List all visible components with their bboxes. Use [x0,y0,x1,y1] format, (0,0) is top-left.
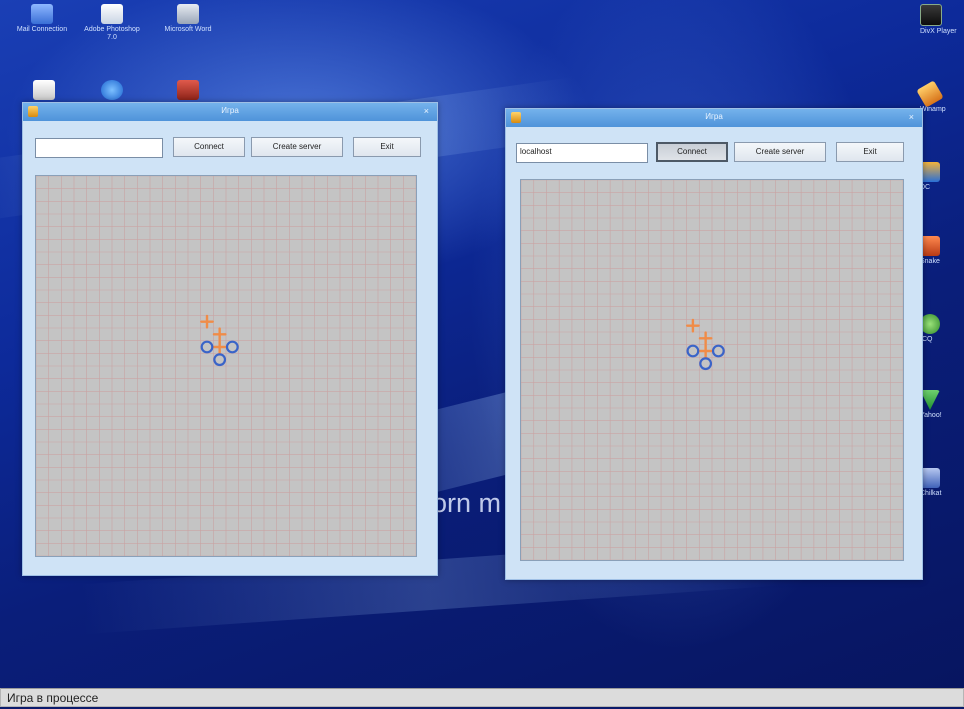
game-icon [920,236,940,256]
desktop-icon-photoshop[interactable]: Adobe Photoshop 7.0 [82,4,142,42]
window-titlebar[interactable]: Игра × [23,103,437,121]
create-server-button[interactable]: Create server [734,142,826,162]
desktop: Mail Connection Adobe Photoshop 7.0 Micr… [0,0,964,688]
yahoo-icon [920,390,940,410]
desktop-icon-label: Adobe Photoshop 7.0 [84,26,140,41]
desktop-icon-msn[interactable] [14,80,74,102]
create-server-button[interactable]: Create server [251,137,343,157]
winrar-icon [177,80,199,100]
desktop-icon-label: Mail Connection [16,26,68,33]
close-icon[interactable]: × [909,112,914,122]
icq-icon [920,314,940,334]
desktop-icon-word[interactable]: Microsoft Word [158,4,218,34]
wallpaper-text: orn m [432,488,502,518]
desktop-icon-snake[interactable]: Snake [920,236,960,265]
game-board[interactable] [35,175,417,557]
desktop-icon-mail-connection[interactable]: Mail Connection [12,4,72,34]
desktop-icon-winrar[interactable] [158,80,218,102]
connect-button[interactable]: Connect [173,137,245,157]
desktop-icon-label: Microsoft Word [164,26,212,33]
divx-player-icon [920,4,942,26]
exit-button[interactable]: Exit [836,142,904,162]
desktop-icon-label: DivX Player [920,28,957,35]
window-title: Игра [705,112,723,121]
desktop-icon-label: Yahoo! [920,412,942,419]
desktop-icon-winamp[interactable]: Winamp [916,80,960,113]
internet-explorer-icon [101,80,123,100]
figure-caption: Игра в процессе [0,688,964,707]
network-connections-icon [31,4,53,24]
board-grid[interactable] [36,176,416,556]
close-icon[interactable]: × [424,106,429,116]
winamp-icon [916,80,944,108]
desktop-icon-ie[interactable] [82,80,142,102]
desktop-icon-label: Winamp [920,106,946,113]
game-board[interactable] [520,179,904,561]
desktop-icon-label: Chilkat [920,490,942,497]
window-titlebar[interactable]: Игра × [506,109,922,127]
game-window-right: Игра × localhost Connect Create server E… [505,108,923,580]
game-window-left: Игра × Connect Create server Exit [22,102,438,576]
connect-button[interactable]: Connect [656,142,728,162]
exit-button[interactable]: Exit [353,137,421,157]
window-title: Игра [221,106,239,115]
desktop-icon-chilkat[interactable]: Chilkat [920,468,960,497]
desktop-icon-icq[interactable]: ICQ [920,314,960,343]
msn-icon [33,80,55,100]
desktop-icon-divx[interactable]: DivX Player [920,4,960,35]
address-input[interactable]: localhost [516,143,648,163]
address-input[interactable] [35,138,163,158]
chilkat-icon [920,468,940,488]
board-grid[interactable] [521,180,903,560]
microsoft-word-icon [177,4,199,24]
desktop-icon-dc[interactable]: DC [920,162,960,191]
dc-icon [920,162,940,182]
adobe-photoshop-icon [101,4,123,24]
desktop-icon-yahoo[interactable]: Yahoo! [920,390,960,419]
